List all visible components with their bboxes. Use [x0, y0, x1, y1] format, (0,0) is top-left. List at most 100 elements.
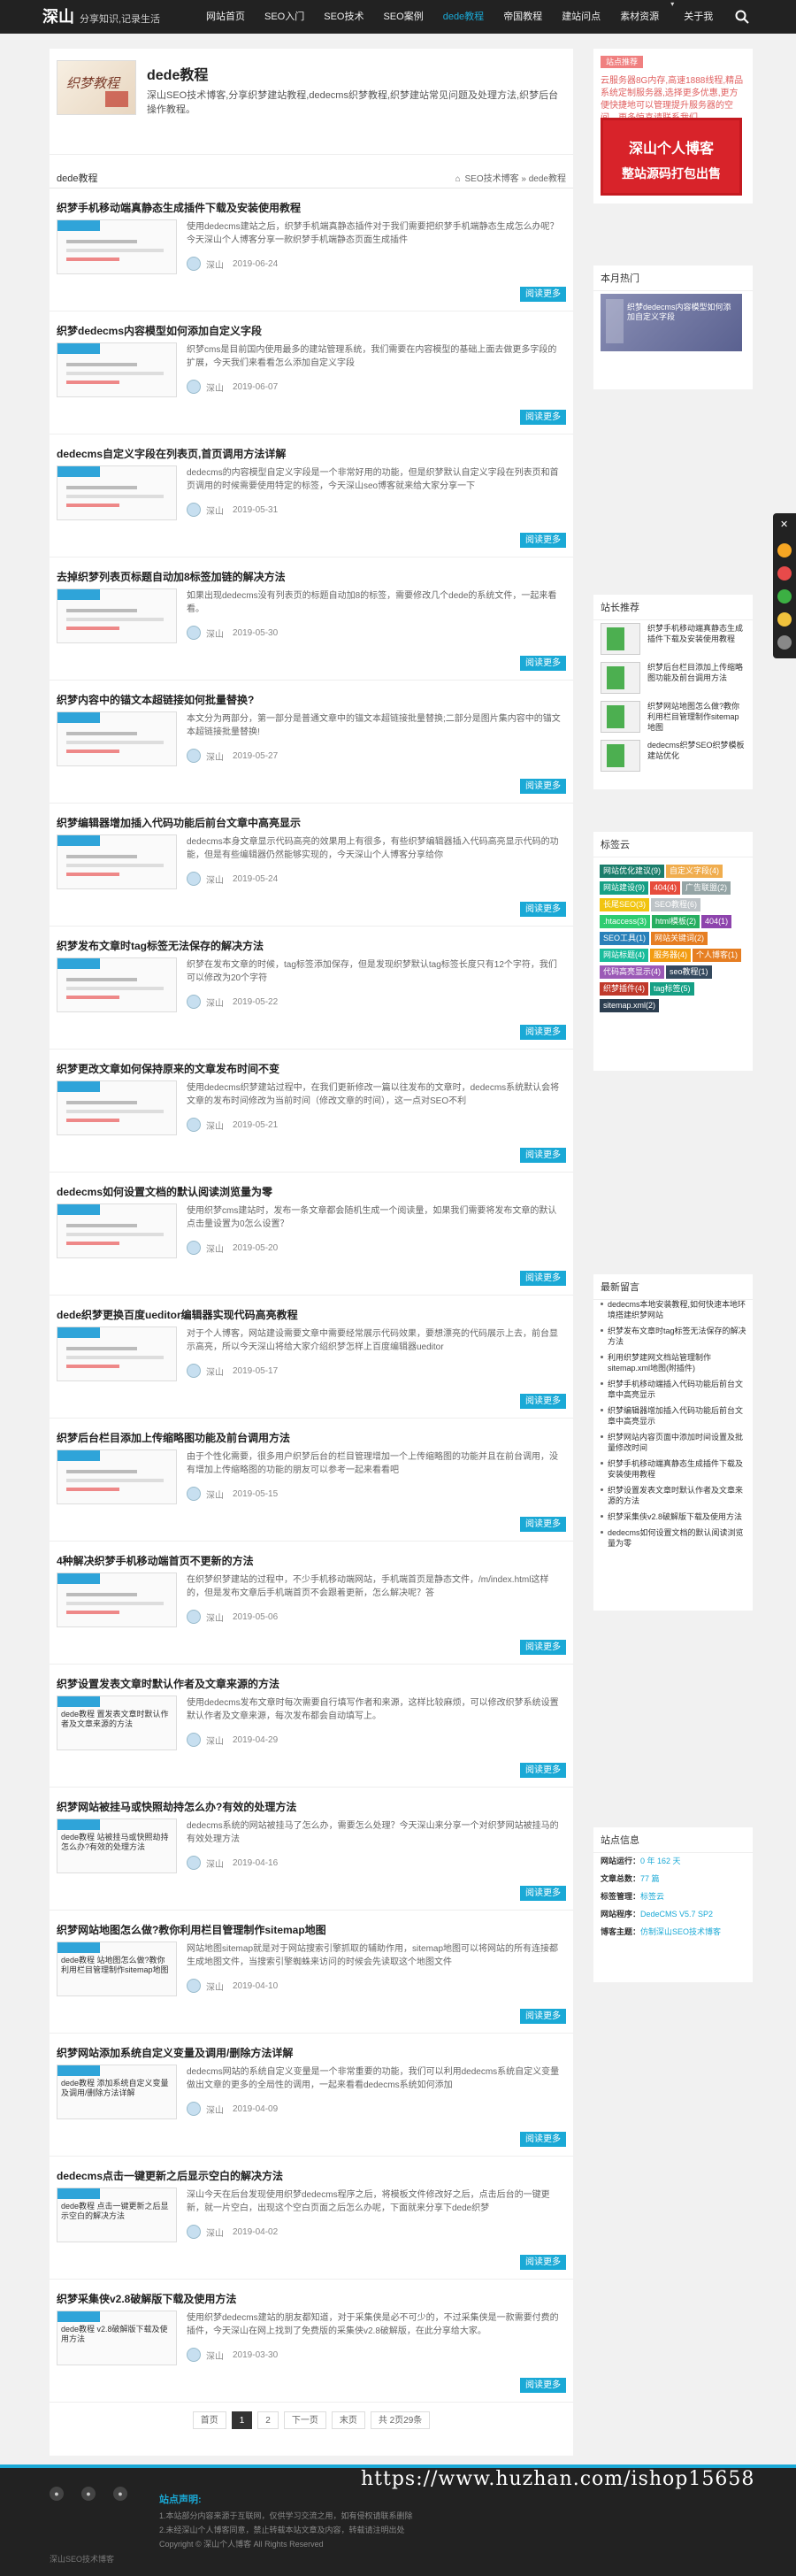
nav-item[interactable]: dede教程	[433, 0, 494, 34]
article-thumbnail[interactable]	[57, 1449, 177, 1504]
nav-item[interactable]: SEO案例	[373, 0, 432, 34]
comment-item[interactable]: 织梦手机移动端插入代码功能后前台文章中高亮显示	[601, 1379, 749, 1400]
article-title[interactable]: dedecms自定义字段在列表页,首页调用方法详解	[57, 446, 286, 461]
page-link[interactable]: 下一页	[283, 2411, 326, 2429]
share-icon-4[interactable]	[777, 612, 792, 627]
read-more-button[interactable]: 阅读更多	[520, 1517, 566, 1532]
read-more-button[interactable]: 阅读更多	[520, 779, 566, 794]
tag-link[interactable]: 服务器(4)	[650, 949, 691, 962]
tag-link[interactable]: sitemap.xml(2)	[600, 999, 660, 1012]
read-more-button[interactable]: 阅读更多	[520, 902, 566, 917]
close-icon[interactable]: ✕	[780, 519, 788, 530]
read-more-button[interactable]: 阅读更多	[520, 410, 566, 425]
article-thumbnail[interactable]	[57, 957, 177, 1012]
read-more-button[interactable]: 阅读更多	[520, 1886, 566, 1901]
article-title[interactable]: 织梦更改文章如何保持原来的文章发布时间不变	[57, 1061, 279, 1076]
tag-link[interactable]: 代码高亮显示(4)	[600, 965, 664, 979]
article-thumbnail[interactable]	[57, 1573, 177, 1627]
read-more-button[interactable]: 阅读更多	[520, 1148, 566, 1163]
article-title[interactable]: 4种解决织梦手机移动端首页不更新的方法	[57, 1553, 254, 1568]
comment-item[interactable]: 织梦手机移动端真静态生成插件下载及安装使用教程	[601, 1458, 749, 1480]
article-thumbnail[interactable]: dede教程 添加系统自定义变量及调用/删除方法详解	[57, 2065, 177, 2119]
tag-link[interactable]: SEO工具(1)	[600, 932, 650, 945]
read-more-button[interactable]: 阅读更多	[520, 287, 566, 302]
footer-icon-2[interactable]: ●	[81, 2487, 96, 2501]
article-title[interactable]: 去掉织梦列表页标题自动加8标签加链的解决方法	[57, 569, 286, 584]
read-more-button[interactable]: 阅读更多	[520, 1640, 566, 1655]
tag-link[interactable]: 404(1)	[701, 915, 732, 928]
share-icon-1[interactable]	[777, 543, 792, 557]
article-thumbnail[interactable]: dede教程 站被挂马或快照劫持怎么办?有效的处理方法	[57, 1819, 177, 1873]
article-thumbnail[interactable]	[57, 711, 177, 766]
recommend-item[interactable]: 织梦后台栏目添加上传缩略图功能及前台调用方法	[601, 662, 745, 694]
nav-item[interactable]: SEO技术	[314, 0, 373, 34]
tag-link[interactable]: 404(4)	[650, 881, 681, 895]
article-title[interactable]: dedecms如何设置文档的默认阅读浏览量为零	[57, 1184, 272, 1199]
read-more-button[interactable]: 阅读更多	[520, 2132, 566, 2147]
tag-link[interactable]: 网站关键词(2)	[651, 932, 708, 945]
article-title[interactable]: 织梦内容中的锚文本超链接如何批量替换?	[57, 692, 254, 707]
site-logo[interactable]: 深山 分享知识,记录生活	[42, 0, 160, 34]
article-title[interactable]: 织梦网站地图怎么做?教你利用栏目管理制作sitemap地图	[57, 1922, 326, 1937]
tag-link[interactable]: seo教程(1)	[666, 965, 712, 979]
tag-link[interactable]: 网站优化建议(9)	[600, 865, 664, 878]
tag-link[interactable]: tag标签(5)	[650, 982, 694, 996]
tag-link[interactable]: 广告联盟(2)	[682, 881, 731, 895]
article-thumbnail[interactable]	[57, 834, 177, 889]
read-more-button[interactable]: 阅读更多	[520, 656, 566, 671]
comment-item[interactable]: 利用织梦建网文档站管理制作sitemap.xml地图(附插件)	[601, 1352, 749, 1373]
nav-item[interactable]: SEO入门	[255, 0, 314, 34]
article-thumbnail[interactable]: dede教程 v2.8破解版下载及使用方法	[57, 2311, 177, 2365]
hot-item[interactable]: 织梦dedecms内容模型如何添加自定义字段	[601, 294, 742, 351]
comment-item[interactable]: 织梦发布文章时tag标签无法保存的解决方法	[601, 1326, 749, 1347]
page-link[interactable]: 首页	[192, 2411, 226, 2429]
recommend-item[interactable]: 织梦网站地图怎么做?教你利用栏目管理制作sitemap地图	[601, 701, 745, 733]
comment-item[interactable]: 织梦编辑器增加插入代码功能后前台文章中高亮显示	[601, 1405, 749, 1426]
tag-link[interactable]: SEO教程(6)	[651, 898, 701, 911]
read-more-button[interactable]: 阅读更多	[520, 533, 566, 548]
footer-icon-1[interactable]: ●	[50, 2487, 64, 2501]
article-title[interactable]: 织梦发布文章时tag标签无法保存的解决方法	[57, 938, 264, 953]
promo-banner[interactable]: 深山个人博客 整站源码打包出售	[601, 118, 742, 196]
share-icon-5[interactable]	[777, 635, 792, 650]
article-title[interactable]: 织梦采集侠v2.8破解版下载及使用方法	[57, 2291, 236, 2306]
article-title[interactable]: 织梦设置发表文章时默认作者及文章来源的方法	[57, 1676, 279, 1691]
comment-item[interactable]: 织梦网站内容页面中添加时间设置及批量修改时间	[601, 1432, 749, 1453]
tag-link[interactable]: html模板(2)	[652, 915, 700, 928]
share-icon-2[interactable]	[777, 566, 792, 581]
article-thumbnail[interactable]: dede教程 站地图怎么做?教你利用栏目管理制作sitemap地图	[57, 1942, 177, 1996]
tag-link[interactable]: 网站建设(9)	[600, 881, 648, 895]
read-more-button[interactable]: 阅读更多	[520, 1394, 566, 1409]
article-thumbnail[interactable]	[57, 465, 177, 520]
article-thumbnail[interactable]	[57, 1080, 177, 1135]
tag-link[interactable]: 网站标题(4)	[600, 949, 648, 962]
tag-link[interactable]: 自定义字段(4)	[666, 865, 723, 878]
read-more-button[interactable]: 阅读更多	[520, 1025, 566, 1040]
read-more-button[interactable]: 阅读更多	[520, 1763, 566, 1778]
read-more-button[interactable]: 阅读更多	[520, 2378, 566, 2393]
footer-icon-3[interactable]: ●	[113, 2487, 127, 2501]
comment-item[interactable]: 织梦采集侠v2.8破解版下载及使用方法	[601, 1511, 749, 1522]
article-title[interactable]: dedecms点击一键更新之后显示空白的解决方法	[57, 2168, 283, 2183]
article-thumbnail[interactable]	[57, 219, 177, 274]
article-thumbnail[interactable]	[57, 1203, 177, 1258]
article-thumbnail[interactable]: dede教程 点击一键更新之后显示空白的解决方法	[57, 2188, 177, 2242]
article-title[interactable]: 织梦网站被挂马或快照劫持怎么办?有效的处理方法	[57, 1799, 296, 1814]
nav-item[interactable]: 建站问点	[552, 0, 610, 34]
article-thumbnail[interactable]	[57, 342, 177, 397]
recommend-item[interactable]: 织梦手机移动端真静态生成插件下载及安装使用教程	[601, 623, 745, 655]
read-more-button[interactable]: 阅读更多	[520, 1271, 566, 1286]
article-title[interactable]: dede织梦更换百度ueditor编辑器实现代码高亮教程	[57, 1307, 298, 1322]
comment-item[interactable]: 织梦设置发表文章时默认作者及文章来源的方法	[601, 1485, 749, 1506]
breadcrumb-home[interactable]: SEO技术博客	[465, 174, 519, 184]
article-title[interactable]: 织梦编辑器增加插入代码功能后前台文章中高亮显示	[57, 815, 301, 830]
article-thumbnail[interactable]: dede教程 置发表文章时默认作者及文章来源的方法	[57, 1696, 177, 1750]
wechat-icon[interactable]	[777, 589, 792, 604]
nav-item[interactable]: 网站首页	[196, 0, 255, 34]
recommend-item[interactable]: dedecms织梦SEO织梦模板建站优化	[601, 740, 745, 772]
read-more-button[interactable]: 阅读更多	[520, 2009, 566, 2024]
tag-link[interactable]: 个人博客(1)	[693, 949, 741, 962]
breadcrumb-current[interactable]: dede教程	[529, 174, 566, 184]
article-title[interactable]: 织梦手机移动端真静态生成插件下载及安装使用教程	[57, 200, 301, 215]
article-title[interactable]: 织梦网站添加系统自定义变量及调用/删除方法详解	[57, 2045, 293, 2060]
